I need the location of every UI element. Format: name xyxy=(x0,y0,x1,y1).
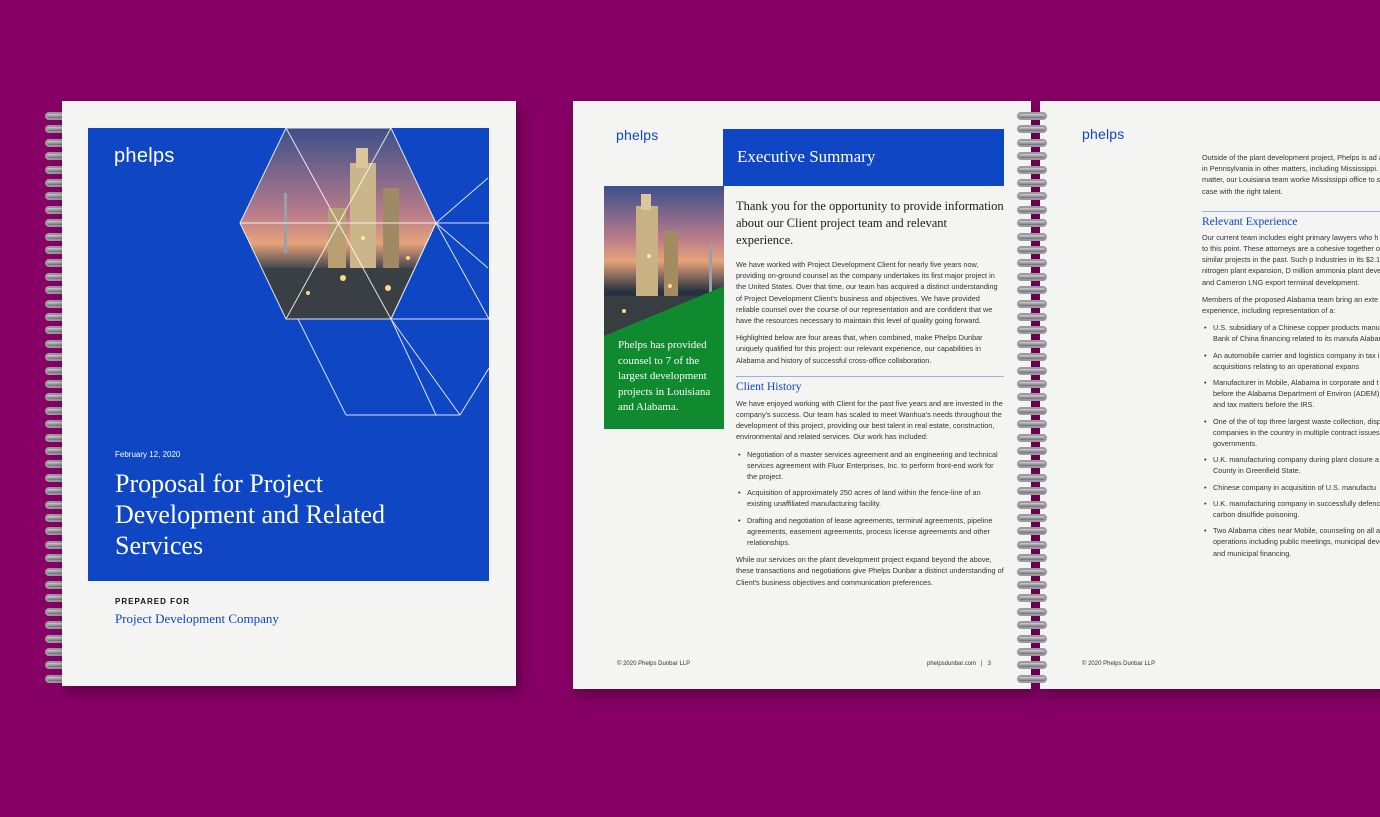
spiral-coil xyxy=(1017,594,1047,603)
list-item: One of the of top three largest waste co… xyxy=(1204,416,1380,450)
spiral-coil xyxy=(1017,500,1047,509)
cover-date: February 12, 2020 xyxy=(115,450,181,459)
spiral-coil xyxy=(1017,286,1047,295)
list-item: Manufacturer in Mobile, Alabama in corpo… xyxy=(1204,377,1380,411)
photo-callout-column: Phelps has provided counsel to 7 of the … xyxy=(604,186,724,429)
section-title: Relevant Experience xyxy=(1202,215,1298,228)
list-item: U.K. manufacturing company during plant … xyxy=(1204,454,1380,476)
spiral-coil xyxy=(1017,648,1047,656)
body-paragraph: We have worked with Project Development … xyxy=(736,260,998,326)
cover-page: phelps February 12, 2020 Proposal for Pr… xyxy=(62,101,516,686)
list-item: An automobile carrier and logistics comp… xyxy=(1204,350,1380,372)
footer-copyright: © 2020 Phelps Dunbar LLP xyxy=(617,661,691,667)
spiral-coil xyxy=(1017,661,1047,670)
cover-title: Proposal for Project Development and Rel… xyxy=(115,469,386,560)
spiral-coil xyxy=(1017,366,1047,375)
spiral-coil xyxy=(1017,112,1047,120)
spiral-coil xyxy=(1017,205,1047,214)
spiral-coil xyxy=(1017,192,1047,201)
list-item: Acquisition of approximately 250 acres o… xyxy=(738,487,1004,509)
section-divider xyxy=(1202,210,1380,212)
list-item: U.K. manufacturing company in successful… xyxy=(1204,498,1380,520)
section-divider xyxy=(736,375,1004,377)
body-paragraph: Highlighted below are four areas that, w… xyxy=(736,333,983,365)
spiral-coil xyxy=(1017,393,1047,402)
callout-text: Phelps has provided counsel to 7 of the … xyxy=(618,339,711,413)
spiral-coil xyxy=(1017,179,1047,187)
spiral-coil xyxy=(1017,406,1047,415)
spiral-coil xyxy=(1017,487,1047,496)
body-column: We have worked with Project Development … xyxy=(736,259,1004,588)
cover-blue-panel: phelps February 12, 2020 Proposal for Pr… xyxy=(88,128,489,581)
spiral-coil xyxy=(1017,527,1047,536)
body-paragraph: Members of the proposed Alabama team bri… xyxy=(1202,294,1380,316)
list-item: U.S. subsidiary of a Chinese copper prod… xyxy=(1204,322,1380,344)
spiral-coil xyxy=(1017,125,1047,134)
phelps-logo: phelps xyxy=(616,127,659,143)
spiral-coil xyxy=(1017,232,1047,241)
relevant-experience-page: phelps Outside of the plant development … xyxy=(1040,101,1380,689)
spiral-coil xyxy=(1017,514,1047,522)
spiral-coil xyxy=(1017,339,1047,348)
footer-page-number: phelpsdunbar.com | 3 xyxy=(927,661,991,667)
bullet-list: Negotiation of a master services agreeme… xyxy=(738,449,1004,549)
spiral-coil xyxy=(1017,420,1047,429)
spiral-coil xyxy=(1017,259,1047,268)
spiral-coil xyxy=(1017,380,1047,388)
body-paragraph: Our current team includes eight primary … xyxy=(1202,232,1380,287)
spiral-coil xyxy=(1017,299,1047,308)
spiral-coil xyxy=(1017,567,1047,576)
bullet-list: U.S. subsidiary of a Chinese copper prod… xyxy=(1204,322,1380,559)
spiral-coil xyxy=(1017,165,1047,174)
spiral-coil xyxy=(1017,138,1047,147)
spiral-coil xyxy=(1017,554,1047,563)
spiral-coil xyxy=(1017,152,1047,161)
executive-summary-banner: Executive Summary xyxy=(723,129,1004,186)
body-paragraph: While our services on the plant developm… xyxy=(736,555,1004,587)
spiral-coil xyxy=(1017,246,1047,254)
spiral-coil xyxy=(1017,674,1047,683)
lead-paragraph: Thank you for the opportunity to provide… xyxy=(736,199,1004,247)
spiral-coil xyxy=(1017,326,1047,335)
spiral-coil xyxy=(1017,313,1047,321)
spread-spiral-binding xyxy=(1017,112,1047,687)
list-item: Drafting and negotiation of lease agreem… xyxy=(738,515,1004,549)
prepared-for-label: PREPARED FOR xyxy=(115,597,190,606)
executive-summary-page: phelps Executive Summary Phelps has prov… xyxy=(573,101,1031,689)
spiral-coil xyxy=(1017,353,1047,362)
spiral-coil xyxy=(1017,581,1047,589)
footer-copyright: © 2020 Phelps Dunbar LLP xyxy=(1082,661,1156,667)
spiral-coil xyxy=(1017,473,1047,482)
list-item: Two Alabama cities near Mobile, counseli… xyxy=(1204,525,1380,559)
spiral-coil xyxy=(1017,219,1047,228)
spiral-coil xyxy=(1017,460,1047,469)
spiral-coil xyxy=(1017,607,1047,616)
list-item: Negotiation of a master services agreeme… xyxy=(738,449,1004,483)
spiral-coil xyxy=(1017,433,1047,442)
body-paragraph: We have enjoyed working with Client for … xyxy=(736,398,1003,442)
phelps-logo: phelps xyxy=(1082,126,1125,142)
spiral-coil xyxy=(1017,634,1047,643)
list-item: Chinese company in acquisition of U.S. m… xyxy=(1204,482,1380,493)
spiral-coil xyxy=(1017,272,1047,281)
body-column: Outside of the plant development project… xyxy=(1202,152,1380,564)
client-name: Project Development Company xyxy=(115,611,279,626)
body-paragraph: Outside of the plant development project… xyxy=(1202,153,1380,196)
section-title: Client History xyxy=(736,380,802,393)
spiral-coil xyxy=(1017,447,1047,455)
spiral-coil xyxy=(1017,540,1047,549)
spiral-coil xyxy=(1017,621,1047,630)
section-heading: Executive Summary xyxy=(737,147,876,166)
